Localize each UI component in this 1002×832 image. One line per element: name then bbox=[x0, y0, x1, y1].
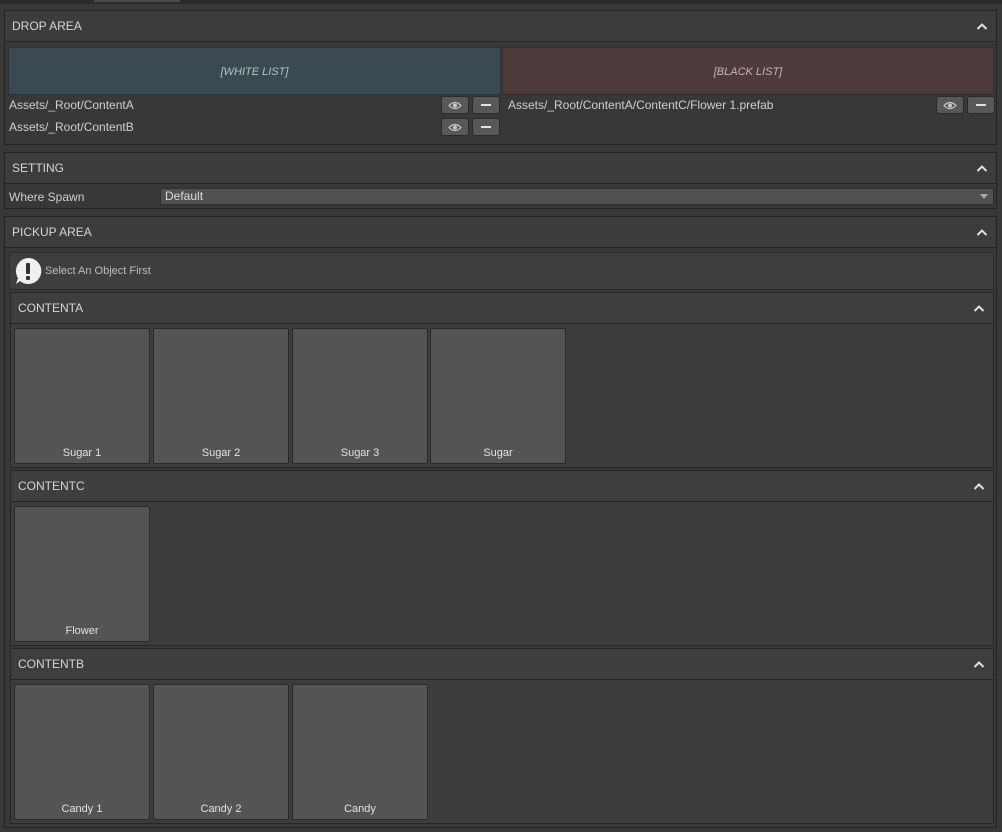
black-item-view-button[interactable] bbox=[936, 96, 964, 114]
asset-name: Sugar 1 bbox=[62, 447, 102, 459]
white-list-drop-zone[interactable]: [WHITE LIST] bbox=[8, 47, 501, 95]
asset-tile[interactable]: Candy bbox=[292, 684, 428, 820]
drop-area-panel: DROP AREA [WHITE LIST] [BLACK LIST] Asse… bbox=[4, 10, 997, 145]
asset-name: Sugar bbox=[483, 447, 513, 459]
setting-header[interactable]: SETTING bbox=[5, 153, 996, 184]
asset-tile[interactable]: Sugar 2 bbox=[153, 328, 289, 464]
asset-tile[interactable]: Sugar bbox=[430, 328, 566, 464]
chevron-up-icon[interactable] bbox=[973, 481, 985, 491]
chevron-up-icon[interactable] bbox=[973, 659, 985, 669]
black-list-drop-zone[interactable]: [BLACK LIST] bbox=[502, 47, 994, 95]
minus-icon bbox=[481, 104, 491, 106]
minus-icon bbox=[481, 126, 491, 128]
active-tab-indicator[interactable] bbox=[94, 0, 180, 2]
info-message-text: Select An Object First bbox=[45, 265, 151, 277]
where-spawn-dropdown[interactable]: Default bbox=[160, 188, 994, 205]
white-item-remove-button[interactable] bbox=[472, 96, 500, 114]
white-item-view-button[interactable] bbox=[441, 118, 469, 136]
asset-tile[interactable]: Candy 1 bbox=[14, 684, 150, 820]
group-title: CONTENTC bbox=[18, 479, 85, 493]
black-list-label: [BLACK LIST] bbox=[713, 66, 783, 78]
asset-name: Candy 2 bbox=[200, 803, 242, 815]
group-contentc: CONTENTC Flower bbox=[10, 470, 994, 646]
chevron-up-icon[interactable] bbox=[973, 303, 985, 313]
eye-icon bbox=[448, 123, 462, 131]
group-contenta: CONTENTA Sugar 1 Sugar 2 Sugar 3 Sugar bbox=[10, 292, 994, 468]
white-item-remove-button[interactable] bbox=[472, 118, 500, 136]
info-message-box: Select An Object First bbox=[9, 252, 994, 290]
eye-icon bbox=[943, 101, 957, 109]
drop-area-title: DROP AREA bbox=[12, 19, 82, 33]
chevron-up-icon[interactable] bbox=[976, 21, 988, 31]
asset-tile[interactable]: Flower bbox=[14, 506, 150, 642]
group-title: CONTENTA bbox=[18, 301, 84, 315]
white-list-item: Assets/_Root/ContentA bbox=[9, 98, 134, 112]
chevron-up-icon[interactable] bbox=[976, 163, 988, 173]
pickup-area-header[interactable]: PICKUP AREA bbox=[5, 217, 996, 248]
eye-icon bbox=[448, 101, 462, 109]
dropdown-arrow-icon bbox=[980, 194, 988, 199]
asset-tile[interactable]: Sugar 3 bbox=[292, 328, 428, 464]
group-contentb: CONTENTB Candy 1 Candy 2 Candy bbox=[10, 648, 994, 824]
group-title: CONTENTB bbox=[18, 657, 84, 671]
where-spawn-value: Default bbox=[165, 189, 204, 203]
white-list-label: [WHITE LIST] bbox=[220, 66, 289, 78]
group-contentc-header[interactable]: CONTENTC bbox=[11, 471, 993, 502]
setting-title: SETTING bbox=[12, 161, 65, 175]
asset-name: Flower bbox=[65, 625, 99, 637]
warning-icon bbox=[14, 257, 42, 285]
editor-tab-bar bbox=[0, 0, 1002, 4]
where-spawn-label: Where Spawn bbox=[9, 190, 85, 204]
group-contenta-header[interactable]: CONTENTA bbox=[11, 293, 993, 324]
asset-tile[interactable]: Sugar 1 bbox=[14, 328, 150, 464]
black-item-remove-button[interactable] bbox=[967, 96, 995, 114]
group-contentb-header[interactable]: CONTENTB bbox=[11, 649, 993, 680]
pickup-area-panel: PICKUP AREA Select An Object First CONTE… bbox=[4, 216, 997, 828]
chevron-up-icon[interactable] bbox=[976, 227, 988, 237]
asset-name: Candy bbox=[344, 803, 376, 815]
setting-panel: SETTING Where Spawn Default bbox=[4, 152, 997, 209]
asset-name: Candy 1 bbox=[61, 803, 103, 815]
asset-tile[interactable]: Candy 2 bbox=[153, 684, 289, 820]
white-list-item: Assets/_Root/ContentB bbox=[9, 120, 134, 134]
asset-name: Sugar 3 bbox=[340, 447, 380, 459]
drop-area-header[interactable]: DROP AREA bbox=[5, 11, 996, 42]
white-item-view-button[interactable] bbox=[441, 96, 469, 114]
black-list-item: Assets/_Root/ContentA/ContentC/Flower 1.… bbox=[508, 98, 774, 112]
pickup-area-title: PICKUP AREA bbox=[12, 225, 92, 239]
asset-name: Sugar 2 bbox=[201, 447, 241, 459]
minus-icon bbox=[976, 104, 986, 106]
